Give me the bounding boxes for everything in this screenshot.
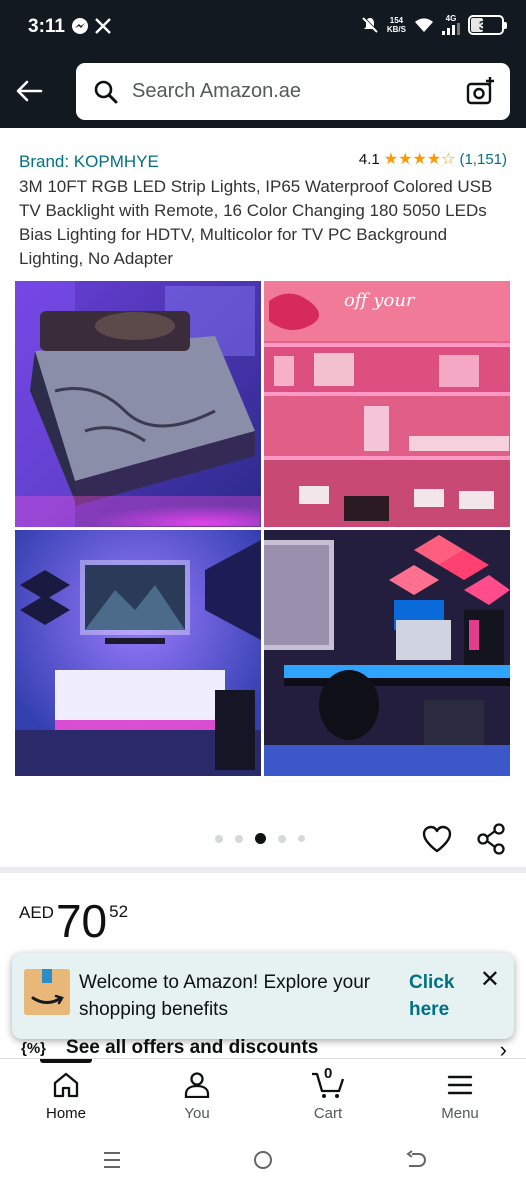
carousel-dot[interactable] [298,835,305,842]
price: AED 70 52 [19,893,128,949]
search-input[interactable]: Search Amazon.ae [76,63,510,120]
carousel-dot[interactable] [278,834,286,843]
x-icon [95,18,111,34]
search-icon [94,80,118,104]
nav-home[interactable]: Home [16,1071,116,1122]
star-icon: ★ [383,150,399,168]
menu-icon [447,1075,473,1095]
price-whole: 70 [55,895,108,947]
search-placeholder: Search Amazon.ae [132,80,301,102]
messenger-icon [72,18,88,34]
close-icon[interactable]: ✕ [480,965,500,994]
carousel-dot-active[interactable] [255,833,266,844]
heart-icon [422,825,452,853]
rating-value: 4.1 [358,151,380,168]
network-type: 4G [445,14,457,23]
carousel-dots[interactable] [215,833,305,844]
price-fraction: 52 [109,902,129,921]
nav-cart[interactable]: 0 Cart [278,1065,378,1122]
home-icon [53,1072,79,1098]
signal-icon [442,23,460,35]
camera-search-icon[interactable] [466,76,496,106]
header: Search Amazon.ae [0,56,526,128]
nav-you[interactable]: You [147,1071,247,1122]
add-to-wishlist-button[interactable] [422,824,452,859]
rating-summary[interactable]: 4.1 ★ ★ ★ ★ ☆ (1,151) [359,151,507,168]
home-circle-icon[interactable] [253,1150,273,1170]
price-currency: AED [19,903,54,922]
bottom-nav: Home You 0 Cart Menu [0,1058,526,1130]
status-time: 3:11 [28,16,65,37]
system-nav-bar [0,1130,526,1186]
product-title: 3M 10FT RGB LED Strip Lights, IP65 Water… [19,177,493,268]
star-icon: ★ [426,150,442,168]
battery-icon: 38 [468,15,507,35]
image-tile-bedroom [15,281,261,527]
image-tile-tv [15,530,261,776]
nav-active-indicator [40,1059,92,1063]
back-nav-icon[interactable] [404,1150,426,1170]
share-button[interactable] [476,823,506,860]
toast-message: Welcome to Amazon! Explore your shopping… [79,972,371,1020]
toast-link[interactable]: Click here [409,969,469,1023]
neon-sign-text: off your [344,290,416,311]
arrow-left-icon [16,80,43,102]
carousel-dot[interactable] [215,834,223,843]
brand-link[interactable]: Brand: KOPMHYE [19,152,159,172]
cart-count-badge: 0 [324,1065,333,1082]
person-icon [184,1072,210,1098]
mute-icon [362,16,379,33]
carousel-dot[interactable] [235,834,243,843]
amazon-box-logo [24,969,70,1015]
star-icon: ★ [412,150,427,168]
network-speed: 154 KB/S [386,16,406,34]
nav-menu[interactable]: Menu [410,1071,510,1122]
image-tile-shelves: off your [264,281,510,527]
product-image[interactable]: off your [15,281,511,777]
status-bar: 3:11 154 KB/S 4G 38 [0,0,526,56]
section-divider [0,867,526,873]
star-empty-icon: ☆ [441,150,456,168]
star-icon: ★ [398,150,413,168]
wifi-icon [415,18,433,32]
share-icon [477,823,505,855]
status-notification-icons [71,17,111,35]
offers-label: See all offers and discounts [66,1037,319,1058]
image-tile-gaming [264,530,510,776]
star-rating: ★ ★ ★ ★ ☆ [383,150,456,168]
recent-apps-icon[interactable] [102,1150,122,1170]
rating-count[interactable]: (1,151) [459,151,507,168]
discount-icon: {%} [21,1039,47,1057]
welcome-toast: Welcome to Amazon! Explore your shopping… [12,953,514,1039]
back-button[interactable] [14,76,44,106]
